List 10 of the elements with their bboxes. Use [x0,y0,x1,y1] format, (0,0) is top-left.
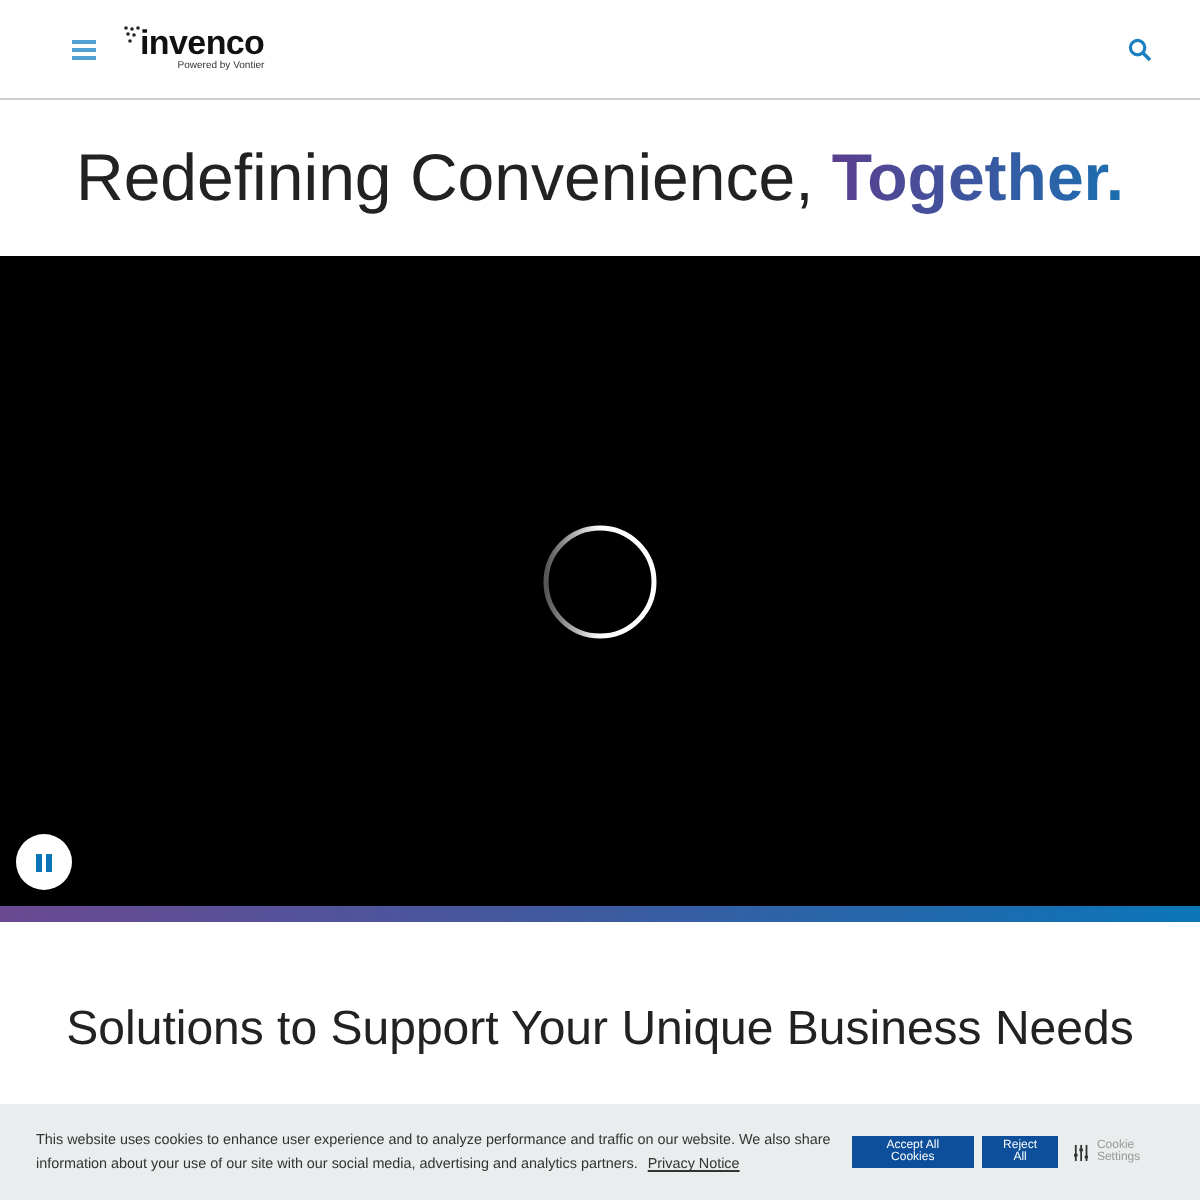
hero-headline: Redefining Convenience, Together. [76,140,1124,216]
section-heading: Solutions to Support Your Unique Business Needs [66,1002,1134,1058]
loading-spinner-icon [540,521,660,641]
sliders-icon [1074,1143,1089,1161]
sparkle-icon [124,26,140,44]
menu-icon[interactable] [72,39,96,59]
pause-button[interactable] [16,834,72,890]
search-icon[interactable] [1128,37,1152,61]
logo-text[interactable]: invenco [140,26,265,60]
pause-icon [36,853,52,871]
